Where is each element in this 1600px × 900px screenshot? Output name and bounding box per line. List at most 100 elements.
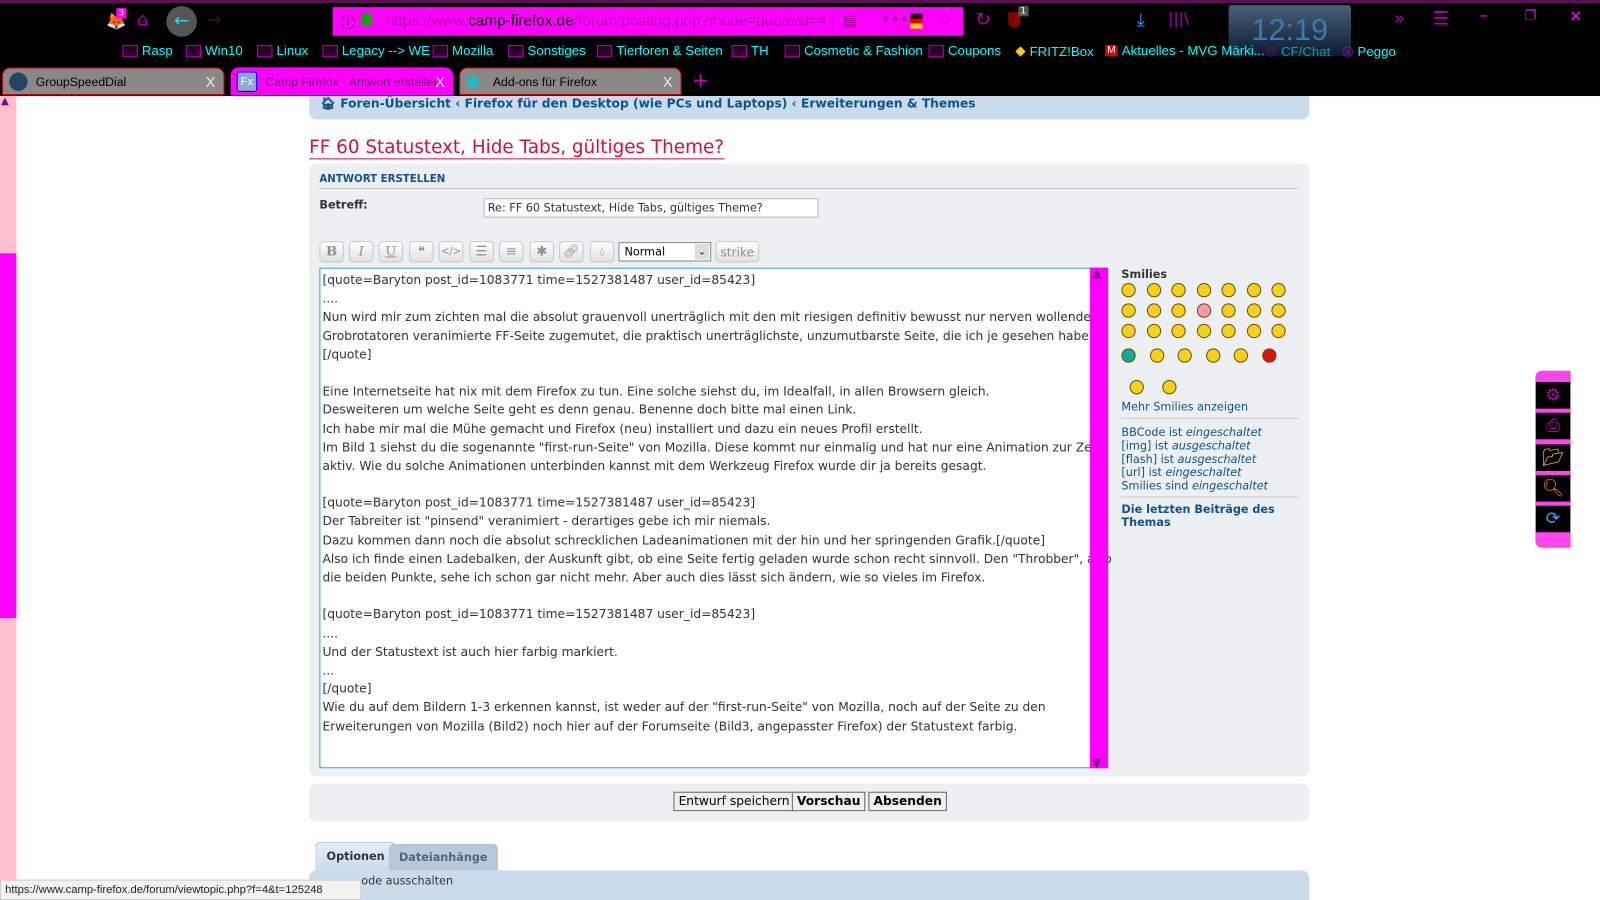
smiley-icon[interactable] (1246, 303, 1261, 318)
textarea-scrollbar[interactable]: ▲ ▼ (1089, 266, 1109, 770)
subject-input[interactable]: Re: FF 60 Statustext, Hide Tabs, gültige… (483, 198, 819, 218)
list-item-button[interactable]: ✱ (529, 241, 555, 263)
smiley-icon[interactable] (1271, 282, 1286, 298)
close-tab-icon[interactable]: X (435, 73, 445, 89)
refresh-icon[interactable]: ⟳ (1535, 505, 1571, 533)
smiley-icon[interactable] (1171, 282, 1186, 298)
tab-addons[interactable]: ✱ Add-ons für Firefox X (459, 67, 682, 96)
bookmark-fritzbox[interactable]: ◆ FRITZ!Box (1015, 43, 1093, 59)
smiley-icon[interactable] (1261, 348, 1277, 363)
breadcrumb-desktop[interactable]: Firefox für den Desktop (wie PCs und Lap… (465, 96, 788, 110)
forward-button[interactable]: → (206, 9, 221, 30)
bookmark-peggo[interactable]: ◎ Peggo (1342, 43, 1396, 59)
page-title[interactable]: FF 60 Statustext, Hide Tabs, gültiges Th… (309, 137, 725, 160)
code-button[interactable]: </> (438, 241, 464, 263)
italic-button[interactable]: I (348, 241, 374, 263)
bookmark-th[interactable]: TH (731, 43, 769, 58)
bookmark-tierforen[interactable]: Tierforen & Seiten (596, 43, 723, 58)
bookmark-star-icon[interactable]: ☆ (937, 10, 953, 30)
preview-button[interactable]: Vorschau (791, 791, 866, 812)
url-bar[interactable]: ⓘ https://www.camp-firefox.de/forum/post… (332, 7, 833, 36)
bookmark-cfchat[interactable]: ◎ CF/Chat (1265, 43, 1330, 59)
search-page-icon[interactable]: 🔍︎ (1535, 475, 1571, 502)
smiley-icon[interactable] (1171, 303, 1186, 318)
bookmark-coupons[interactable]: Coupons (928, 43, 1001, 58)
close-tab-icon[interactable]: X (206, 73, 216, 89)
smiley-icon[interactable] (1246, 323, 1261, 339)
bold-button[interactable]: B (319, 241, 344, 263)
smiley-icon[interactable] (1121, 348, 1136, 363)
bookmark-sonstiges[interactable]: Sonstiges (508, 43, 586, 58)
tab-options[interactable]: Optionen (315, 841, 396, 871)
link-button[interactable]: 🔗︎ (559, 241, 584, 263)
print-icon[interactable]: ⎙ (1535, 412, 1571, 440)
quote-button[interactable]: ❝ (409, 241, 434, 263)
scroll-down-icon[interactable]: ▼ (1092, 756, 1101, 770)
tab-groupspeeddial[interactable]: GroupSpeedDial X (2, 67, 225, 96)
library-icon[interactable]: |||\ (1168, 9, 1189, 27)
smiley-icon[interactable] (1196, 282, 1211, 298)
breadcrumb-extensions[interactable]: Erweiterungen & Themes (801, 96, 976, 110)
new-tab-button[interactable]: + (692, 67, 709, 92)
bookmark-mozilla[interactable]: Mozilla (432, 43, 493, 58)
scroll-up-icon[interactable]: ▲ (1092, 266, 1101, 280)
smiley-icon[interactable] (1171, 323, 1186, 339)
german-flag-icon[interactable] (910, 13, 923, 29)
smiley-icon[interactable] (1221, 303, 1236, 318)
tab-attachments[interactable]: Dateianhänge (388, 843, 498, 871)
close-window-button[interactable]: ✕ (1569, 7, 1582, 25)
folder-open-icon[interactable]: 📂︎ (1535, 444, 1571, 471)
strike-button[interactable]: strike (715, 241, 760, 263)
page-actions-icon[interactable]: ••• (882, 10, 909, 28)
menu-icon[interactable]: ☰ (1433, 8, 1449, 29)
smiley-icon[interactable] (1221, 282, 1236, 298)
settings-icon[interactable]: ⚙ (1535, 382, 1571, 409)
smiley-icon[interactable] (1121, 303, 1136, 318)
numbered-list-button[interactable]: ≡ (498, 241, 524, 263)
reader-view-icon[interactable]: ▤ (843, 11, 857, 29)
smiley-icon[interactable] (1129, 380, 1144, 395)
breadcrumb-home[interactable]: Foren-Übersicht (340, 96, 451, 110)
scroll-up-arrow-icon[interactable]: ▲ (1, 96, 9, 107)
download-icon[interactable]: ⤓ (1137, 9, 1145, 30)
smiley-icon[interactable] (1205, 348, 1220, 363)
bookmark-legacy[interactable]: Legacy --> WE (322, 43, 430, 58)
font-size-select[interactable]: Normal ⌄ (618, 242, 712, 262)
restore-button[interactable]: ❐ (1524, 8, 1536, 23)
bookmark-linux[interactable]: Linux (257, 43, 308, 58)
color-button[interactable]: 💧︎ (589, 241, 615, 263)
tab-camp-firefox[interactable]: Fx Camp Firefox - Antwort erstellen X (230, 67, 454, 96)
bookmark-win10[interactable]: Win10 (185, 43, 243, 58)
reload-icon[interactable]: ↻ (976, 9, 991, 30)
recent-posts-link[interactable]: Die letzten Beiträge des Themas (1121, 503, 1294, 530)
minimize-button[interactable]: – (1480, 5, 1488, 24)
smiley-icon[interactable] (1162, 380, 1177, 395)
smiley-icon[interactable] (1233, 348, 1248, 363)
underline-button[interactable]: U (378, 241, 404, 263)
smiley-icon[interactable] (1196, 323, 1211, 339)
save-draft-button[interactable]: Entwurf speichern (673, 791, 795, 812)
message-textarea[interactable]: [quote=Baryton post_id=1083771 time=1527… (319, 267, 1112, 769)
bookmark-cosmetic[interactable]: Cosmetic & Fashion (784, 43, 923, 58)
smiley-icon[interactable] (1146, 323, 1161, 339)
page-scrollbar-thumb[interactable] (0, 253, 17, 619)
smiley-icon[interactable] (1196, 303, 1211, 318)
close-tab-icon[interactable]: X (663, 73, 673, 89)
smiley-icon[interactable] (1246, 282, 1261, 298)
smiley-icon[interactable] (1149, 348, 1164, 363)
list-button[interactable]: ☰ (469, 241, 494, 263)
smiley-icon[interactable] (1146, 282, 1161, 298)
home-icon[interactable]: ⌂ (137, 9, 149, 30)
smiley-icon[interactable] (1121, 282, 1136, 298)
smiley-icon[interactable] (1146, 303, 1161, 318)
more-smilies-link[interactable]: Mehr Smilies anzeigen (1121, 400, 1248, 413)
option-label[interactable]: ode ausschalten (361, 874, 453, 887)
smiley-icon[interactable] (1177, 348, 1192, 363)
bookmark-mvg[interactable]: M Aktuelles - MVG Märki... (1105, 43, 1265, 58)
info-icon[interactable]: ⓘ (341, 12, 355, 32)
smiley-icon[interactable] (1271, 303, 1286, 318)
smiley-icon[interactable] (1271, 323, 1286, 339)
submit-button[interactable]: Absenden (868, 791, 947, 812)
smiley-icon[interactable] (1121, 323, 1136, 339)
overflow-chevron-icon[interactable]: » (1394, 8, 1405, 29)
